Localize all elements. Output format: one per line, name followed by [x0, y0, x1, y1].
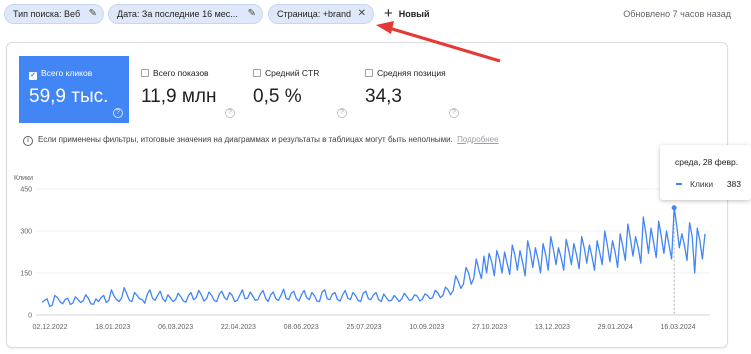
- x-axis-ticks: 02.12.2022 18.01.2023 06.03.2023 22.04.2023…: [32, 324, 695, 331]
- x-tick-label: 29.01.2024: [598, 324, 633, 331]
- x-tick-label: 27.10.2023: [472, 324, 507, 331]
- x-tick-label: 13.12.2023: [535, 324, 570, 331]
- x-tick-label: 02.12.2022: [32, 324, 67, 331]
- series-line-clicks: [41, 207, 706, 308]
- y-tick-label: 150: [20, 271, 32, 278]
- y-tick-label: 300: [20, 229, 32, 236]
- x-tick-label: 06.03.2023: [158, 324, 193, 331]
- tooltip-series-value: 383: [726, 179, 741, 189]
- x-tick-label: 08.06.2023: [284, 324, 319, 331]
- tooltip-date: среда, 28 февр.: [675, 157, 739, 167]
- y-axis-title: Клики: [14, 175, 33, 182]
- tooltip-series-swatch: [676, 183, 682, 185]
- annotation-arrow-head: [376, 21, 394, 34]
- x-tick-label: 18.01.2023: [95, 324, 130, 331]
- y-axis-ticks: 0 150 300 450: [20, 187, 32, 320]
- x-tick-label: 22.04.2023: [221, 324, 256, 331]
- tooltip-series-name: Клики: [690, 179, 714, 189]
- y-tick-label: 450: [20, 187, 32, 194]
- y-tick-label: 0: [28, 313, 32, 320]
- x-tick-label: 25.07.2023: [346, 324, 381, 331]
- annotation-arrow: [388, 26, 501, 63]
- clicks-chart[interactable]: 0 150 300 450 02.12.2022 18.01.2023 06.03.202…: [0, 0, 751, 354]
- x-tick-label: 16.03.2024: [660, 324, 695, 331]
- hover-point: [671, 205, 677, 211]
- x-tick-label: 10.09.2023: [409, 324, 444, 331]
- chart-tooltip: среда, 28 февр. Клики 383: [660, 145, 751, 200]
